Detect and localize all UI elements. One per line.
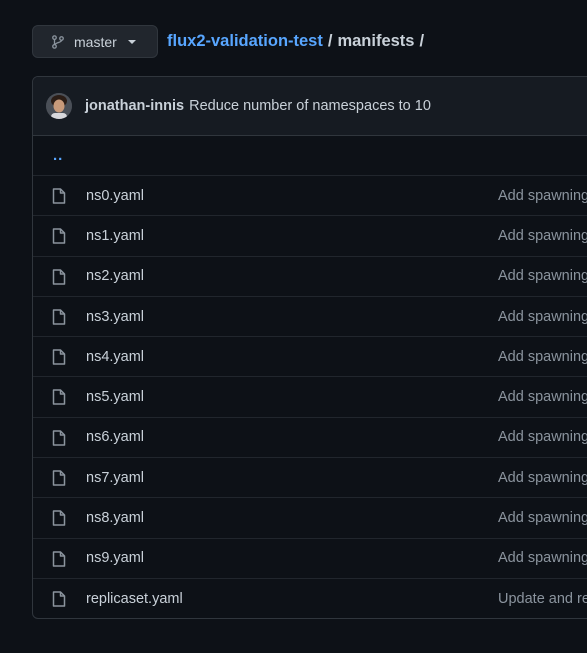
breadcrumb: flux2-validation-test / manifests / <box>167 32 424 51</box>
current-directory: manifests <box>337 32 415 50</box>
file-icon <box>52 268 66 285</box>
repo-header: master flux2-validation-test / manifests… <box>32 24 424 59</box>
file-name[interactable]: ns8.yaml <box>86 510 144 526</box>
breadcrumb-separator: / <box>327 32 333 50</box>
file-commit-message[interactable]: Add spawning <box>498 550 587 566</box>
file-commit-message[interactable]: Add spawning <box>498 429 587 445</box>
file-list: ns0.yaml Add spawning ns1.yaml Add spawn… <box>33 176 587 618</box>
latest-commit-bar: jonathan-innis Reduce number of namespac… <box>33 77 587 136</box>
file-icon <box>52 349 66 365</box>
file-icon <box>52 430 66 446</box>
file-commit-message[interactable]: Add spawning <box>498 510 587 526</box>
file-name[interactable]: ns4.yaml <box>86 349 144 365</box>
commit-message[interactable]: Reduce number of namespaces to 10 <box>189 98 431 114</box>
branch-select-button[interactable]: master <box>32 25 158 58</box>
file-row[interactable]: ns6.yaml Add spawning <box>33 418 587 459</box>
file-commit-message[interactable]: Add spawning <box>498 268 587 284</box>
file-commit-message[interactable]: Add spawning <box>498 228 587 244</box>
file-icon <box>52 470 66 486</box>
file-row[interactable]: ns2.yaml Add spawning <box>33 257 587 297</box>
parent-directory-row: .. <box>33 136 587 176</box>
file-row[interactable]: ns4.yaml Add spawning <box>33 337 587 378</box>
file-commit-message[interactable]: Add spawning <box>498 389 587 405</box>
file-commit-message[interactable]: Add spawning <box>498 309 587 325</box>
file-icon <box>52 591 66 607</box>
file-row[interactable]: ns3.yaml Add spawning <box>33 297 587 338</box>
commit-author[interactable]: jonathan-innis <box>85 98 184 114</box>
file-browser: jonathan-innis Reduce number of namespac… <box>32 76 587 619</box>
file-row[interactable]: ns7.yaml Add spawning <box>33 458 587 499</box>
file-row[interactable]: ns1.yaml Add spawning <box>33 216 587 257</box>
file-commit-message[interactable]: Update and re <box>498 591 587 607</box>
file-commit-message[interactable]: Add spawning <box>498 188 587 204</box>
file-name[interactable]: ns0.yaml <box>86 188 144 204</box>
file-row[interactable]: ns8.yaml Add spawning <box>33 498 587 539</box>
git-branch-icon <box>52 34 64 49</box>
file-name[interactable]: ns1.yaml <box>86 228 144 244</box>
file-row[interactable]: replicaset.yaml Update and re <box>33 579 587 618</box>
file-name[interactable]: ns6.yaml <box>86 429 144 445</box>
breadcrumb-trailing-separator: / <box>419 32 425 50</box>
file-commit-message[interactable]: Add spawning <box>498 470 587 486</box>
parent-directory-link[interactable]: .. <box>53 147 63 164</box>
file-name[interactable]: ns5.yaml <box>86 389 144 405</box>
file-name[interactable]: ns3.yaml <box>86 309 144 325</box>
file-row[interactable]: ns5.yaml Add spawning <box>33 377 587 418</box>
file-icon <box>52 510 66 527</box>
file-name[interactable]: replicaset.yaml <box>86 591 183 607</box>
avatar[interactable] <box>46 93 72 119</box>
file-commit-message[interactable]: Add spawning <box>498 349 587 365</box>
repo-link[interactable]: flux2-validation-test <box>167 32 323 51</box>
file-row[interactable]: ns9.yaml Add spawning <box>33 539 587 579</box>
file-row[interactable]: ns0.yaml Add spawning <box>33 176 587 217</box>
branch-name: master <box>74 33 117 50</box>
file-name[interactable]: ns2.yaml <box>86 268 144 284</box>
file-icon <box>52 389 66 406</box>
file-icon <box>52 309 66 325</box>
file-icon <box>52 228 66 245</box>
file-name[interactable]: ns7.yaml <box>86 470 144 486</box>
file-icon <box>52 550 66 567</box>
file-icon <box>52 188 66 204</box>
file-name[interactable]: ns9.yaml <box>86 550 144 566</box>
caret-down-icon <box>127 39 136 44</box>
